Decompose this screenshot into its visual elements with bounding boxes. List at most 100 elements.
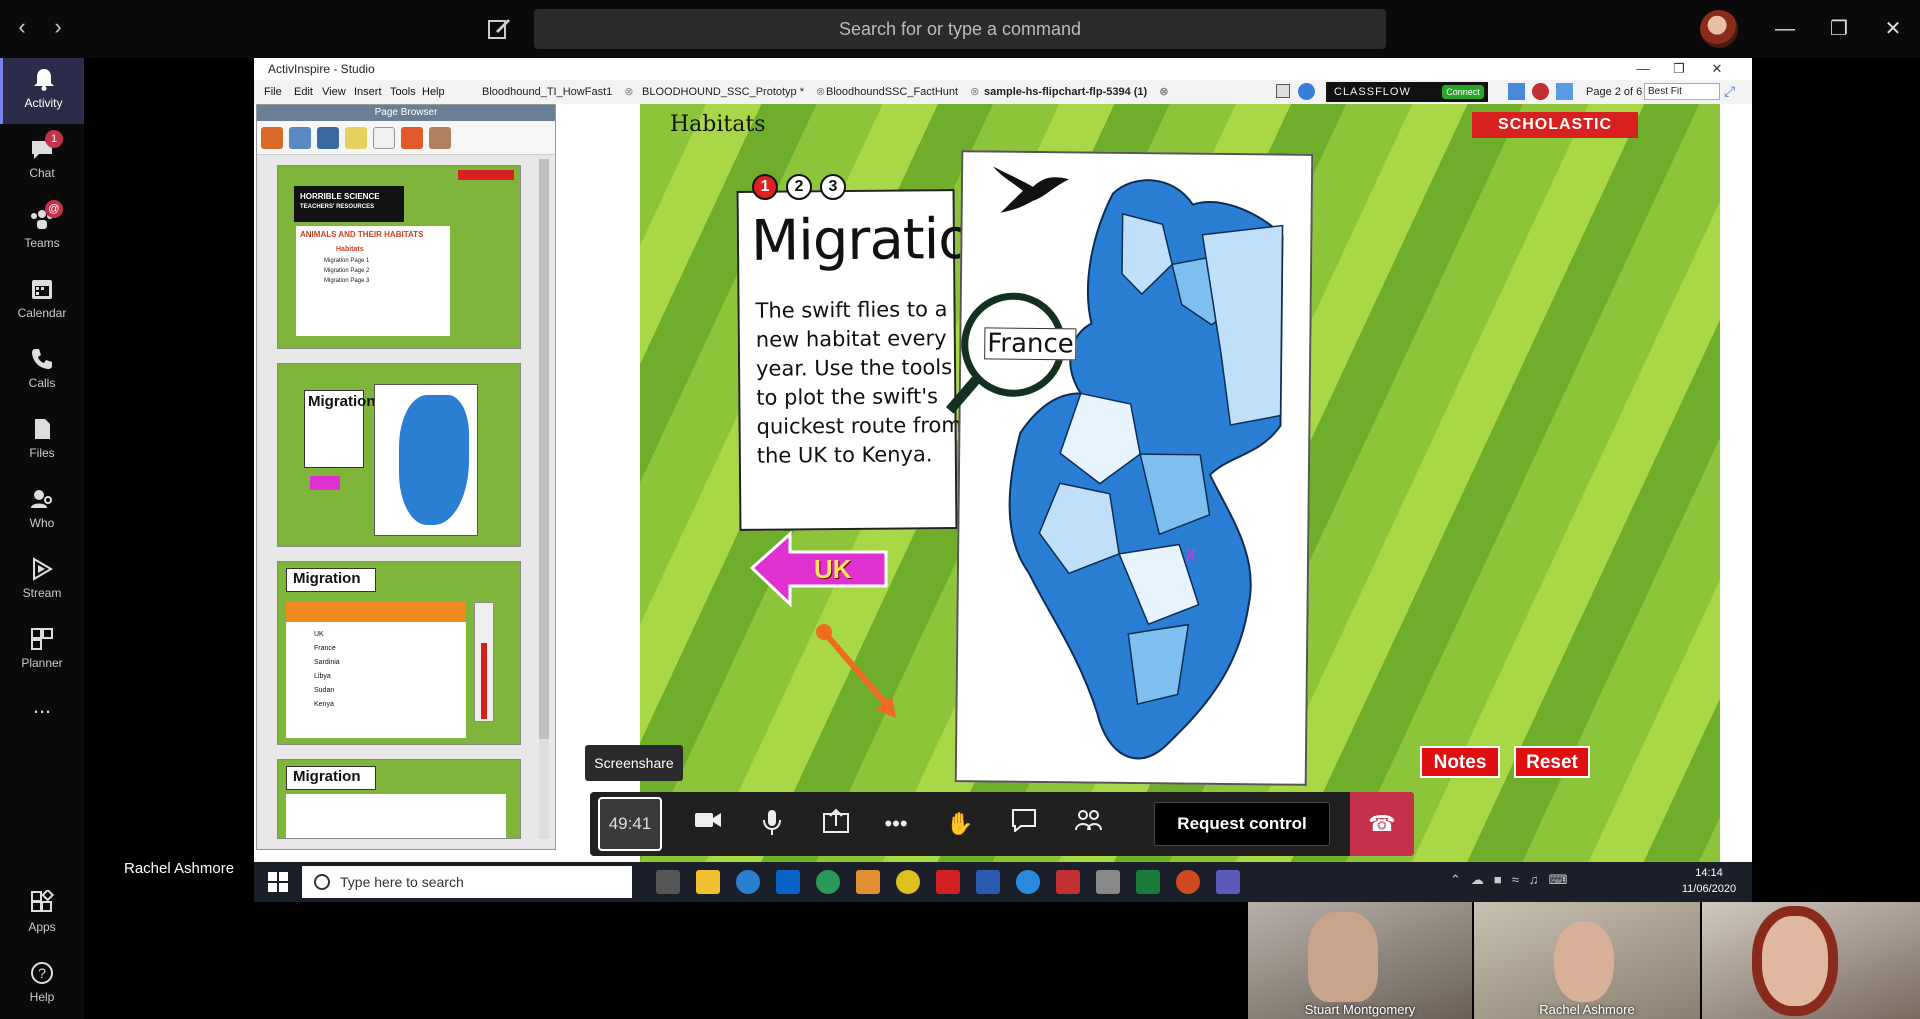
excel-icon[interactable] <box>1136 870 1160 894</box>
tab-close-icon[interactable]: ⊗ <box>624 86 633 98</box>
page-thumbnail-3[interactable]: Migration UK France Sardinia Libya Sudan… <box>277 561 521 745</box>
cortana-icon <box>314 874 330 890</box>
rail-item-calls[interactable]: Calls <box>0 338 84 404</box>
ai-close-icon[interactable]: ✕ <box>1702 58 1732 80</box>
task-view-icon[interactable] <box>656 870 680 894</box>
doc-tab[interactable]: BloodhoundSSC_FactHunt ⊗ <box>826 80 979 104</box>
menu-tools[interactable]: Tools <box>390 80 416 104</box>
menu-file[interactable]: File <box>264 80 282 104</box>
menu-view[interactable]: View <box>322 80 346 104</box>
activinspire-taskbar-icon[interactable] <box>1096 870 1120 894</box>
dual-user-icon[interactable] <box>1276 84 1290 98</box>
microphone-icon[interactable] <box>756 808 788 840</box>
orange-route-arrow[interactable] <box>816 624 906 729</box>
rail-item-more[interactable]: ... <box>0 688 84 754</box>
command-search-input[interactable]: Search for or type a command <box>534 9 1386 49</box>
ai-restore-icon[interactable]: ❐ <box>1664 58 1694 80</box>
participant-video[interactable]: Rachel Ashmore <box>1474 902 1700 1019</box>
chat-panel-icon[interactable] <box>1008 808 1040 840</box>
zoom-select[interactable]: Best Fit <box>1644 83 1720 100</box>
rail-item-apps[interactable]: Apps <box>0 882 84 948</box>
page-browser-scrollbar[interactable] <box>539 159 549 839</box>
step-2-button[interactable]: 2 <box>786 174 812 200</box>
zoom-icon[interactable] <box>1016 870 1040 894</box>
tab-close-icon[interactable]: ⊗ <box>1159 86 1168 98</box>
rail-item-planner[interactable]: Planner <box>0 618 84 684</box>
word-icon[interactable] <box>976 870 1000 894</box>
compose-icon[interactable] <box>486 16 512 42</box>
powerpoint-icon[interactable] <box>1176 870 1200 894</box>
notes-browser-icon[interactable] <box>345 127 367 149</box>
windows-start-icon[interactable] <box>268 872 288 892</box>
screen-icon[interactable] <box>1556 83 1573 100</box>
file-explorer-icon[interactable] <box>696 870 720 894</box>
scholastic-logo: SCHOLASTIC <box>1472 112 1638 138</box>
chrome-icon[interactable] <box>896 870 920 894</box>
share-screen-icon[interactable] <box>820 808 852 840</box>
camera-icon[interactable] <box>692 808 724 840</box>
page-browser-tool-icon[interactable] <box>261 127 283 149</box>
ai-minimize-icon[interactable]: — <box>1628 58 1658 80</box>
step-3-button[interactable]: 3 <box>820 174 846 200</box>
action-browser-icon[interactable] <box>401 127 423 149</box>
doc-tab[interactable]: Bloodhound_TI_HowFast1 ⊗ <box>482 80 633 104</box>
app-icon[interactable] <box>856 870 880 894</box>
close-icon[interactable]: ✕ <box>1878 14 1908 44</box>
outlook-icon[interactable] <box>776 870 800 894</box>
request-control-button[interactable]: Request control <box>1154 802 1330 846</box>
participant-video[interactable]: Stuart Montgomery <box>1248 902 1472 1019</box>
rail-item-activity[interactable]: Activity <box>0 58 84 124</box>
grid-icon[interactable] <box>1508 83 1525 100</box>
rail-item-files[interactable]: Files <box>0 408 84 474</box>
page-thumbnail-2[interactable]: Migration <box>277 363 521 547</box>
voting-browser-icon[interactable] <box>429 127 451 149</box>
system-tray-icons[interactable]: ⌃☁■≈♫⌨ <box>1450 872 1690 892</box>
flipchart-canvas[interactable]: Habitats SCHOLASTIC Migration The swift … <box>560 104 1752 866</box>
notes-button[interactable]: Notes <box>1420 746 1500 778</box>
windows-search-box[interactable]: Type here to search <box>302 866 632 898</box>
restore-icon[interactable]: ❐ <box>1824 14 1854 44</box>
teams-taskbar-icon[interactable] <box>1216 870 1240 894</box>
tab-close-icon[interactable]: ⊗ <box>970 86 979 98</box>
more-options-icon[interactable]: ••• <box>880 808 912 840</box>
edge-icon[interactable] <box>736 870 760 894</box>
raise-hand-icon[interactable]: ✋ <box>944 808 976 840</box>
connect-button[interactable]: Connect <box>1442 85 1484 99</box>
step-1-button[interactable]: 1 <box>752 174 778 200</box>
object-browser-icon[interactable] <box>317 127 339 149</box>
menu-help[interactable]: Help <box>422 80 445 104</box>
rail-item-who[interactable]: Who <box>0 478 84 544</box>
rail-item-help[interactable]: ? Help <box>0 952 84 1018</box>
forward-arrow-icon[interactable]: › <box>46 14 70 42</box>
rail-item-calendar[interactable]: Calendar <box>0 268 84 334</box>
menu-edit[interactable]: Edit <box>294 80 313 104</box>
menu-insert[interactable]: Insert <box>354 80 382 104</box>
rail-item-teams[interactable]: @ Teams <box>0 198 84 264</box>
pdf-icon[interactable] <box>936 870 960 894</box>
page-thumbnail-4[interactable]: Migration <box>277 759 521 839</box>
back-arrow-icon[interactable]: ‹ <box>10 14 34 42</box>
uk-arrow-label[interactable]: UK <box>749 528 890 613</box>
rail-item-stream[interactable]: Stream <box>0 548 84 614</box>
resource-browser-icon[interactable] <box>289 127 311 149</box>
doc-tab-current[interactable]: sample-hs-flipchart-flp-5394 (1) ⊗ <box>984 80 1168 104</box>
taskbar-clock[interactable]: 14:14 11/06/2020 <box>1674 865 1744 897</box>
activinspire-logo-icon[interactable] <box>1298 83 1315 100</box>
user-avatar[interactable] <box>1700 10 1738 48</box>
property-browser-icon[interactable] <box>373 127 395 149</box>
doc-tab[interactable]: BLOODHOUND_SSC_Prototyp * ⊗ <box>642 80 825 104</box>
participant-video[interactable] <box>1702 902 1920 1019</box>
media-icon[interactable] <box>1056 870 1080 894</box>
reset-button[interactable]: Reset <box>1514 746 1590 778</box>
fullscreen-icon[interactable]: ⤢ <box>1724 83 1740 99</box>
participants-icon[interactable] <box>1072 808 1104 840</box>
minimize-icon[interactable]: — <box>1770 14 1800 44</box>
page-thumbnail-1[interactable]: HORRIBLE SCIENCE TEACHERS' RESOURCES ANIM… <box>277 165 521 349</box>
record-icon[interactable] <box>1532 83 1549 100</box>
europe-africa-map[interactable]: x x France <box>945 150 1314 786</box>
earth-icon[interactable] <box>816 870 840 894</box>
hang-up-button[interactable]: ☎ <box>1350 792 1414 856</box>
scrollbar-thumb[interactable] <box>539 159 549 739</box>
rail-item-chat[interactable]: 1 Chat <box>0 128 84 194</box>
tab-close-icon[interactable]: ⊗ <box>816 86 825 98</box>
